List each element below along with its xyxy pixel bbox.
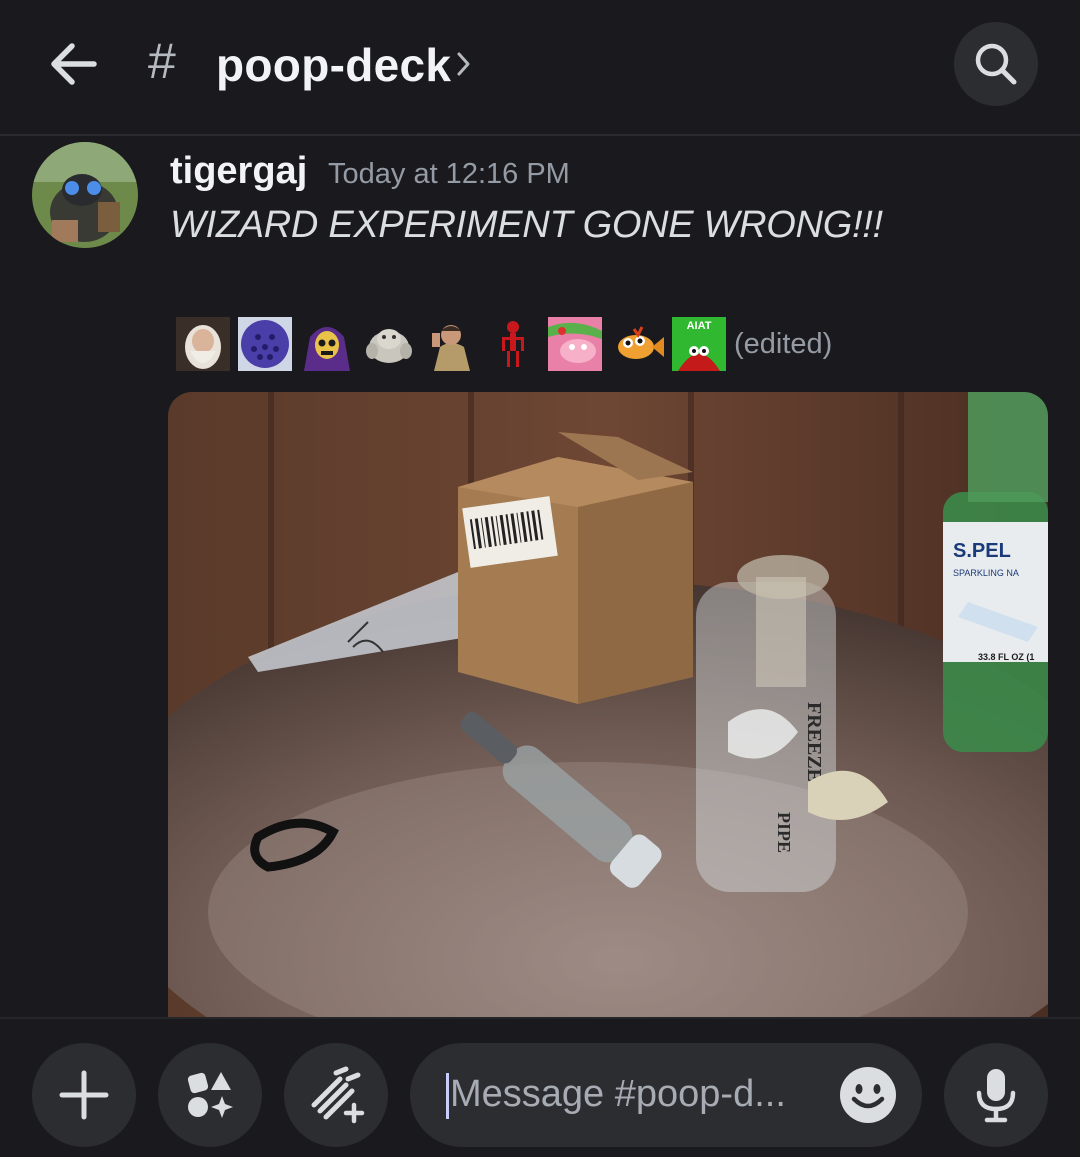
message-text: WIZARD EXPERIMENT GONE WRONG!!!: [170, 204, 883, 246]
inline-emoji-row: AIAT (edited): [176, 316, 832, 372]
arrow-left-icon: [51, 43, 97, 85]
plus-icon: [59, 1070, 109, 1120]
aiat-emoji[interactable]: AIAT: [672, 317, 726, 371]
microphone-icon: [976, 1069, 1016, 1123]
back-button[interactable]: [44, 34, 104, 94]
svg-text:AIAT: AIAT: [687, 320, 712, 332]
edited-label: (edited): [734, 327, 833, 360]
discord-channel-screen: # poop-deck tigergaj Today at 12:16 PM W…: [0, 0, 1080, 1157]
text-caret: [446, 1073, 449, 1119]
skeletor-emoji[interactable]: [300, 317, 354, 371]
message-image-attachment[interactable]: S.PEL SPARKLING NA 33.8 FL OZ (1 FREEZE …: [168, 392, 1048, 1017]
stone-creature-emoji[interactable]: [362, 317, 416, 371]
channel-hash-icon: #: [148, 33, 176, 89]
apps-icon: [187, 1072, 233, 1118]
activities-button[interactable]: [284, 1043, 388, 1147]
svg-text:PIPE: PIPE: [774, 812, 794, 853]
message-input-placeholder: Message #poop-d...: [450, 1073, 786, 1115]
message-input[interactable]: Message #poop-d...: [410, 1043, 922, 1147]
search-button[interactable]: [954, 22, 1038, 106]
message-composer-bar: Message #poop-d...: [0, 1017, 1080, 1157]
fish-emoji[interactable]: [610, 317, 664, 371]
search-icon: [975, 43, 1017, 85]
svg-text:33.8 FL OZ (1: 33.8 FL OZ (1: [978, 652, 1034, 662]
voice-message-button[interactable]: [944, 1043, 1048, 1147]
chevron-right-icon[interactable]: [454, 46, 474, 82]
channel-header: # poop-deck: [0, 0, 1080, 136]
svg-text:S.PEL: S.PEL: [953, 540, 1011, 562]
wand-icon: [311, 1066, 365, 1124]
message-timestamp: Today at 12:16 PM: [328, 158, 570, 190]
pink-creature-emoji[interactable]: [548, 317, 602, 371]
wizard-emoji[interactable]: [176, 317, 230, 371]
svg-text:FREEZE: FREEZE: [803, 702, 825, 782]
red-skeleton-emoji[interactable]: [486, 317, 540, 371]
svg-text:SPARKLING NA: SPARKLING NA: [953, 568, 1019, 578]
avatar[interactable]: [32, 142, 138, 248]
channel-title[interactable]: poop-deck: [216, 38, 451, 92]
username[interactable]: tigergaj: [170, 150, 307, 193]
detective-emoji[interactable]: [424, 317, 478, 371]
emoji-icon[interactable]: [838, 1065, 898, 1125]
apps-button[interactable]: [158, 1043, 262, 1147]
add-attachment-button[interactable]: [32, 1043, 136, 1147]
purple-face-emoji[interactable]: [238, 317, 292, 371]
